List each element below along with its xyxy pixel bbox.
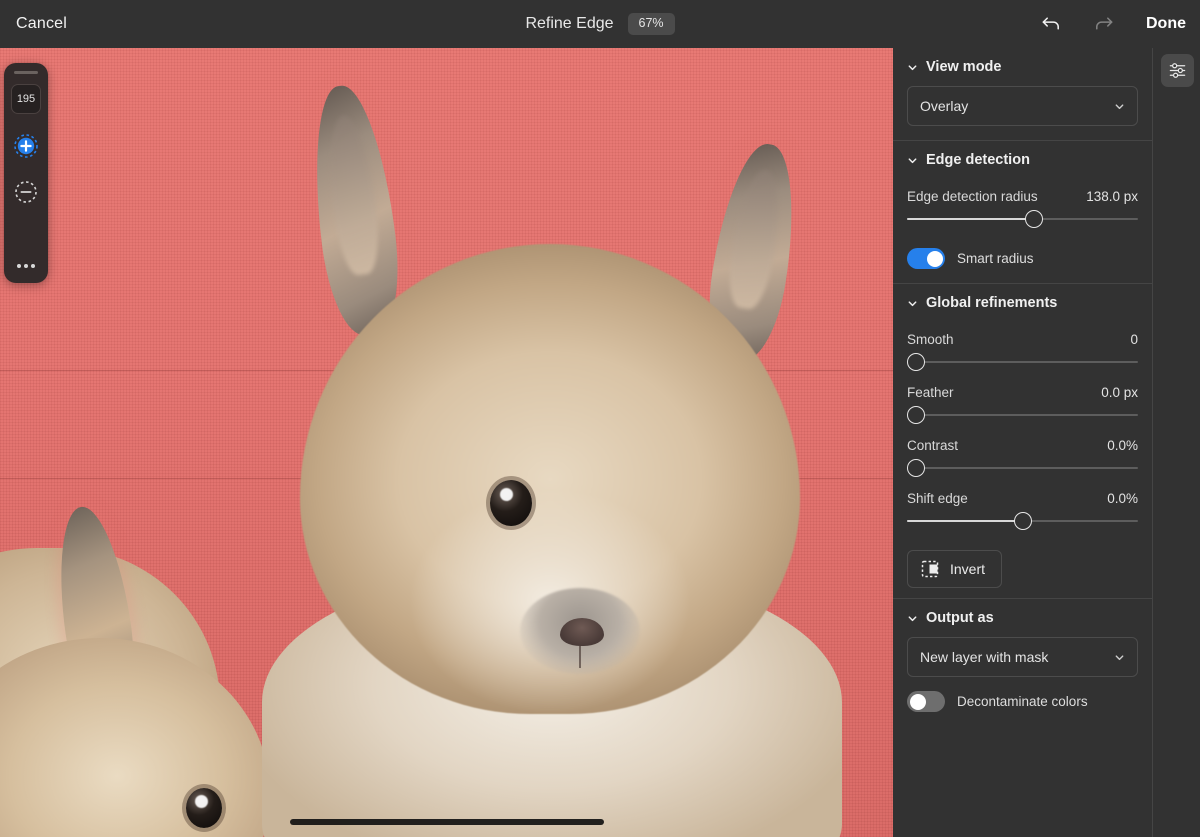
section-header-view-mode[interactable]: View mode: [907, 48, 1138, 86]
done-button[interactable]: Done: [1146, 15, 1186, 33]
section-view-mode: View mode Overlay: [893, 48, 1152, 126]
image-canvas[interactable]: [0, 48, 893, 837]
topbar-left-group: Cancel: [16, 15, 67, 33]
shift-edge-row: Shift edge 0.0%: [907, 491, 1138, 506]
slider-track: [907, 361, 1138, 363]
invert-selection-icon: [921, 560, 939, 578]
chevron-down-icon: [1115, 103, 1124, 109]
contrast-value: 0.0%: [1107, 438, 1138, 453]
edge-detection-radius-value: 138.0 px: [1086, 189, 1138, 204]
undo-button[interactable]: [1036, 9, 1066, 39]
slider-handle[interactable]: [907, 459, 926, 477]
rabbit-small-eye: [186, 788, 222, 828]
undo-icon: [1042, 17, 1059, 30]
slider-handle[interactable]: [907, 353, 926, 371]
output-as-value: New layer with mask: [920, 649, 1049, 665]
view-mode-value: Overlay: [920, 98, 969, 114]
smart-radius-toggle[interactable]: [907, 248, 945, 269]
edge-detection-radius-row: Edge detection radius 138.0 px: [907, 189, 1138, 204]
section-global-refinements: Global refinements Smooth 0 Feather 0.0 …: [893, 284, 1152, 598]
chevron-down-icon: [908, 300, 917, 306]
section-title: Output as: [926, 610, 994, 626]
slider-handle[interactable]: [1025, 210, 1044, 228]
chevron-down-icon: [908, 64, 917, 70]
output-as-dropdown[interactable]: New layer with mask: [907, 637, 1138, 677]
smooth-label: Smooth: [907, 332, 954, 347]
slider-handle[interactable]: [1013, 512, 1032, 530]
zoom-level-chip[interactable]: 67%: [627, 13, 675, 35]
invert-button-label: Invert: [950, 561, 986, 577]
shift-edge-value: 0.0%: [1107, 491, 1138, 506]
section-title: Edge detection: [926, 152, 1030, 168]
section-title: View mode: [926, 59, 1002, 75]
feather-value: 0.0 px: [1101, 385, 1138, 400]
section-title: Global refinements: [926, 295, 1058, 311]
home-indicator: [289, 819, 604, 825]
section-edge-detection: Edge detection Edge detection radius 138…: [893, 141, 1152, 269]
minus-circle-icon: [15, 181, 37, 203]
add-to-selection-tool[interactable]: [12, 132, 40, 160]
redo-button[interactable]: [1088, 9, 1118, 39]
section-header-edge-detection[interactable]: Edge detection: [907, 141, 1138, 179]
brush-size-value[interactable]: 195: [11, 84, 41, 114]
chevron-down-icon: [1115, 654, 1124, 660]
smart-radius-row: Smart radius: [907, 248, 1138, 269]
palette-drag-handle[interactable]: [14, 71, 38, 74]
sliders-settings-icon: [1169, 63, 1186, 78]
feather-row: Feather 0.0 px: [907, 385, 1138, 400]
feather-slider[interactable]: [907, 402, 1138, 428]
shift-edge-slider[interactable]: [907, 508, 1138, 534]
page-title: Refine Edge: [525, 15, 614, 32]
section-header-output-as[interactable]: Output as: [907, 599, 1138, 637]
view-mode-dropdown[interactable]: Overlay: [907, 86, 1138, 126]
shift-edge-label: Shift edge: [907, 491, 968, 506]
contrast-slider[interactable]: [907, 455, 1138, 481]
rabbit-large-eye: [490, 480, 532, 526]
redo-icon: [1095, 17, 1112, 30]
toggle-knob: [909, 693, 926, 710]
panel-rail: [1152, 48, 1200, 837]
contrast-row: Contrast 0.0%: [907, 438, 1138, 453]
slider-fill: [907, 218, 1035, 220]
decontaminate-colors-row: Decontaminate colors: [907, 691, 1138, 712]
plus-circle-icon: [14, 134, 38, 158]
toggle-knob: [926, 250, 943, 267]
smooth-slider[interactable]: [907, 349, 1138, 375]
smart-radius-label: Smart radius: [957, 251, 1034, 266]
topbar-center-group: Refine Edge 67%: [0, 13, 1200, 35]
rabbit-large-mouth: [579, 646, 581, 668]
chevron-down-icon: [908, 615, 917, 621]
more-dots-icon: [31, 264, 35, 268]
slider-fill: [907, 520, 1023, 522]
feather-label: Feather: [907, 385, 954, 400]
more-dots-icon: [17, 264, 21, 268]
top-toolbar: Cancel Refine Edge 67% Done: [0, 0, 1200, 48]
decontaminate-colors-label: Decontaminate colors: [957, 694, 1088, 709]
more-dots-icon: [24, 264, 28, 268]
decontaminate-colors-toggle[interactable]: [907, 691, 945, 712]
contrast-label: Contrast: [907, 438, 959, 453]
palette-more-options-button[interactable]: [17, 264, 35, 268]
floating-tool-palette[interactable]: 195: [4, 63, 48, 283]
slider-handle[interactable]: [907, 406, 926, 424]
refine-edge-panel: View mode Overlay Edge detection Edge de…: [893, 48, 1152, 837]
edge-detection-radius-label: Edge detection radius: [907, 189, 1038, 204]
slider-track: [907, 414, 1138, 416]
edge-detection-radius-slider[interactable]: [907, 206, 1138, 232]
topbar-right-group: Done: [1036, 9, 1186, 39]
slider-track: [907, 467, 1138, 469]
refine-settings-button[interactable]: [1161, 54, 1194, 87]
section-output-as: Output as New layer with mask Decontamin…: [893, 599, 1152, 712]
refine-edge-screen: 195 View mode Overlay Edge detection Edg…: [0, 0, 1200, 837]
rabbit-large-nose: [560, 618, 604, 646]
smooth-value: 0: [1130, 332, 1138, 347]
smooth-row: Smooth 0: [907, 332, 1138, 347]
section-header-global-refinements[interactable]: Global refinements: [907, 284, 1138, 322]
invert-button[interactable]: Invert: [907, 550, 1003, 588]
subtract-from-selection-tool[interactable]: [12, 178, 40, 206]
cancel-button[interactable]: Cancel: [16, 15, 67, 33]
chevron-down-icon: [908, 157, 917, 163]
